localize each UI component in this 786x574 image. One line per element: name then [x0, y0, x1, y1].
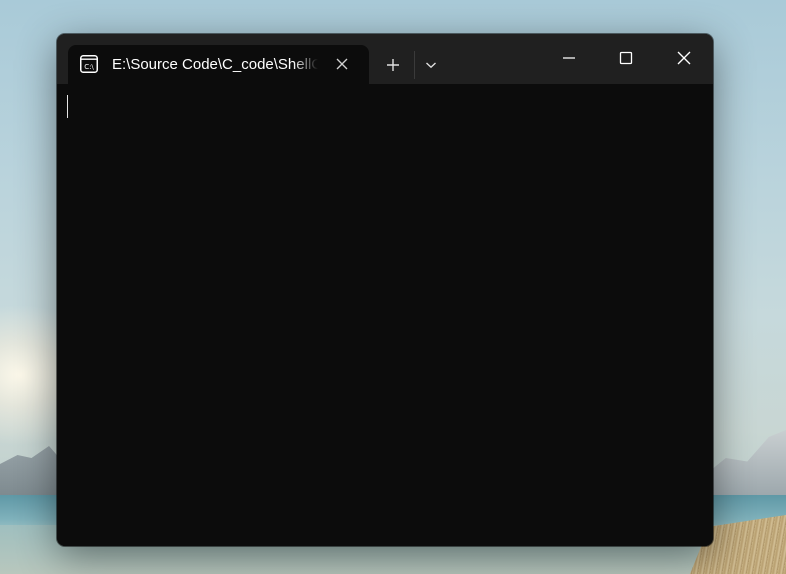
chevron-down-icon	[425, 61, 437, 69]
terminal-window: C:\ E:\Source Code\C_code\ShellCode	[57, 34, 713, 546]
new-tab-button[interactable]	[379, 52, 407, 78]
terminal-output-area[interactable]	[57, 84, 713, 546]
tab-command-prompt[interactable]: C:\ E:\Source Code\C_code\ShellCode	[68, 45, 369, 84]
svg-text:C:\: C:\	[84, 63, 94, 71]
close-icon	[677, 51, 691, 65]
tab-divider	[414, 51, 415, 79]
minimize-icon	[562, 51, 576, 65]
close-button[interactable]	[656, 34, 712, 82]
minimize-button[interactable]	[541, 34, 597, 82]
tab-dropdown-button[interactable]	[419, 52, 443, 78]
tab-title: E:\Source Code\C_code\ShellCode	[112, 56, 318, 73]
title-bar[interactable]: C:\ E:\Source Code\C_code\ShellCode	[57, 34, 713, 84]
text-cursor	[67, 95, 68, 118]
plus-icon	[386, 58, 400, 72]
maximize-button[interactable]	[598, 34, 654, 82]
tab-close-icon[interactable]	[332, 54, 352, 74]
maximize-icon	[619, 51, 633, 65]
command-prompt-icon: C:\	[80, 55, 98, 73]
